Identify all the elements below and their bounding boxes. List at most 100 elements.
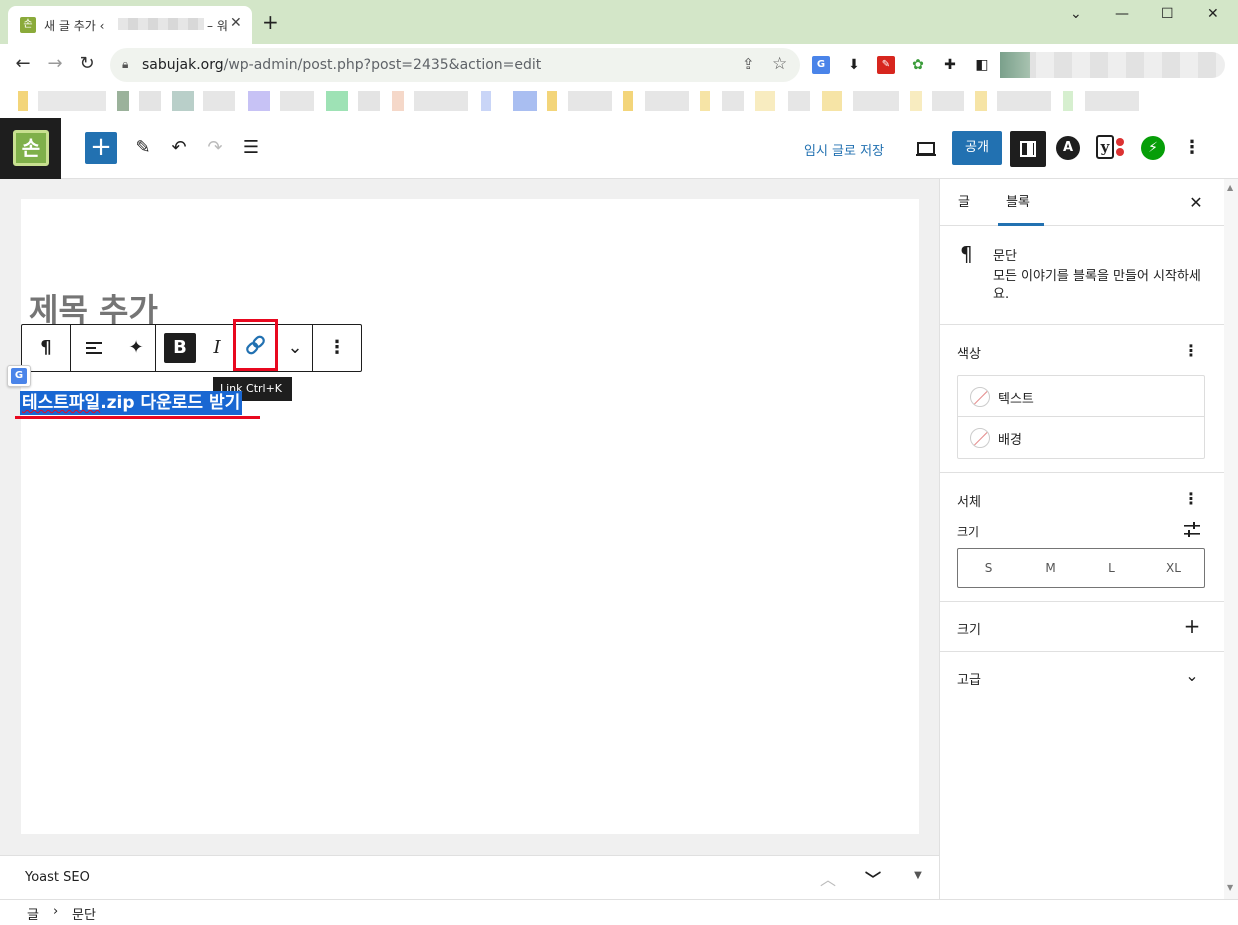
bookmark-item[interactable] — [358, 91, 380, 111]
align-left-icon[interactable] — [71, 325, 117, 371]
bookmark-item[interactable] — [853, 91, 899, 111]
redo-icon[interactable]: ↷ — [203, 136, 227, 160]
bookmark-item[interactable] — [513, 91, 537, 111]
back-icon[interactable]: ← — [11, 53, 35, 74]
minimize-icon[interactable]: — — [1115, 6, 1129, 22]
profile-area-blurred[interactable] — [1000, 52, 1225, 78]
bookmark-item[interactable] — [1085, 91, 1139, 111]
astra-icon[interactable]: A — [1056, 136, 1080, 160]
bookmark-item[interactable] — [997, 91, 1051, 111]
bold-button[interactable]: B — [164, 333, 196, 363]
bookmark-item[interactable] — [139, 91, 161, 111]
bookmark-item[interactable] — [932, 91, 964, 111]
new-tab-icon[interactable]: + — [262, 12, 279, 32]
custom-size-sliders-icon[interactable] — [1183, 521, 1201, 539]
move-down-chevron-icon[interactable]: ﹀ — [861, 866, 885, 890]
side-panel-icon[interactable]: ◧ — [973, 56, 991, 74]
font-size-s[interactable]: S — [958, 549, 1019, 587]
publish-button[interactable]: 공개 — [952, 131, 1002, 165]
bookmark-item[interactable] — [280, 91, 314, 111]
link-button[interactable] — [233, 319, 278, 371]
font-size-l[interactable]: L — [1081, 549, 1142, 587]
dimensions-panel[interactable]: 크기 + — [940, 602, 1224, 652]
bookmark-star-icon[interactable]: ☆ — [772, 54, 787, 74]
font-size-m[interactable]: M — [1020, 549, 1081, 587]
color-options-kebab-icon[interactable]: ⋮ — [1183, 341, 1199, 360]
typography-options-kebab-icon[interactable]: ⋮ — [1183, 489, 1199, 508]
forward-icon[interactable]: → — [43, 53, 67, 74]
breadcrumb-root[interactable]: 글 — [27, 904, 39, 923]
text-color-option[interactable]: 텍스트 — [958, 376, 1204, 417]
bookmark-item[interactable] — [910, 91, 922, 111]
browser-tab[interactable]: 손 새 글 추가 ‹ – 워 ✕ — [8, 6, 252, 44]
background-color-option[interactable]: 배경 — [958, 417, 1204, 458]
bookmark-item[interactable] — [1063, 91, 1073, 111]
tools-pencil-icon[interactable]: ✎ — [131, 136, 155, 160]
font-size-xl[interactable]: XL — [1143, 549, 1204, 587]
bookmark-item[interactable] — [326, 91, 348, 111]
save-draft-button[interactable]: 임시 글로 저장 — [804, 140, 884, 159]
more-formats-chevron-icon[interactable]: ⌄ — [278, 325, 312, 371]
settings-sidebar-toggle[interactable] — [1010, 131, 1046, 167]
breadcrumb-current[interactable]: 문단 — [72, 904, 96, 923]
site-logo[interactable]: 손 — [0, 118, 61, 179]
window-close-icon[interactable]: ✕ — [1207, 6, 1219, 22]
bookmark-item[interactable] — [822, 91, 842, 111]
bookmark-item[interactable] — [203, 91, 235, 111]
reload-icon[interactable]: ↻ — [75, 53, 99, 74]
extensions-puzzle-icon[interactable]: ✚ — [941, 56, 959, 74]
tab-block[interactable]: 블록 — [998, 179, 1044, 226]
paragraph-block-selected-text[interactable]: 테스트파일.zip 다운로드 받기 — [20, 391, 243, 415]
bookmark-item[interactable] — [645, 91, 689, 111]
bookmark-item[interactable] — [788, 91, 810, 111]
share-icon[interactable]: ⇪ — [742, 55, 755, 73]
yoast-icon[interactable]: y — [1096, 135, 1126, 161]
pdf-icon[interactable]: ✎ — [877, 56, 895, 74]
bookmark-item[interactable] — [547, 91, 557, 111]
close-sidebar-icon[interactable]: ✕ — [1184, 191, 1208, 215]
bookmark-item[interactable] — [700, 91, 710, 111]
toggle-panel-triangle-icon[interactable]: ▼ — [906, 870, 930, 881]
yoast-metabox-bar[interactable]: Yoast SEO ︿ ﹀ ▼ — [0, 855, 939, 899]
bookmark-item[interactable] — [414, 91, 468, 111]
undo-icon[interactable]: ↶ — [167, 136, 191, 160]
italic-button[interactable]: I — [202, 325, 232, 371]
jetpack-icon[interactable]: ⚡ — [1141, 136, 1165, 160]
add-block-button[interactable]: + — [85, 132, 117, 164]
bookmark-item[interactable] — [623, 91, 633, 111]
address-bar[interactable]: 🔒︎ sabujak.org/wp-admin/post.php?post=24… — [110, 48, 800, 82]
bookmark-item[interactable] — [172, 91, 194, 111]
tab-close-icon[interactable]: ✕ — [230, 15, 242, 31]
maximize-icon[interactable]: ☐ — [1161, 6, 1174, 22]
download-shield-icon[interactable]: ⬇ — [845, 56, 863, 74]
options-kebab-icon[interactable]: ⋮ — [1182, 136, 1202, 160]
sidebar-scrollbar[interactable]: ▲ ▼ — [1224, 179, 1238, 899]
move-up-chevron-icon[interactable]: ︿ — [816, 866, 840, 890]
bookmark-item[interactable] — [722, 91, 744, 111]
bookmark-item[interactable] — [38, 91, 106, 111]
tab-search-icon[interactable]: ⌄ — [1070, 6, 1082, 22]
advanced-chevron-down-icon[interactable]: ⌄ — [1183, 666, 1201, 685]
document-overview-icon[interactable]: ☰ — [239, 136, 263, 160]
scroll-up-icon[interactable]: ▲ — [1227, 183, 1233, 192]
preview-icon[interactable] — [913, 136, 939, 162]
bookmark-item[interactable] — [755, 91, 775, 111]
google-translate-icon[interactable]: G — [812, 56, 830, 74]
tab-post[interactable]: 글 — [954, 179, 974, 226]
add-dimension-plus-icon[interactable]: + — [1183, 614, 1201, 638]
bookmark-item[interactable] — [248, 91, 270, 111]
block-type-paragraph-icon[interactable]: ¶ — [22, 325, 70, 371]
bookmark-item[interactable] — [568, 91, 612, 111]
sparkle-ai-icon[interactable]: ✦ — [117, 325, 155, 371]
bookmark-item[interactable] — [117, 91, 129, 111]
block-options-kebab-icon[interactable]: ⋮ — [313, 325, 361, 371]
scroll-down-icon[interactable]: ▼ — [1227, 883, 1233, 892]
yoast-metabox-label: Yoast SEO — [25, 870, 90, 885]
translate-bubble[interactable]: G — [7, 365, 31, 387]
advanced-panel[interactable]: 고급 ⌄ — [940, 652, 1224, 702]
bookmark-item[interactable] — [975, 91, 987, 111]
bookmark-item[interactable] — [481, 91, 491, 111]
bookmark-item[interactable] — [18, 91, 28, 111]
plant-extension-icon[interactable]: ✿ — [909, 56, 927, 74]
bookmark-item[interactable] — [392, 91, 404, 111]
